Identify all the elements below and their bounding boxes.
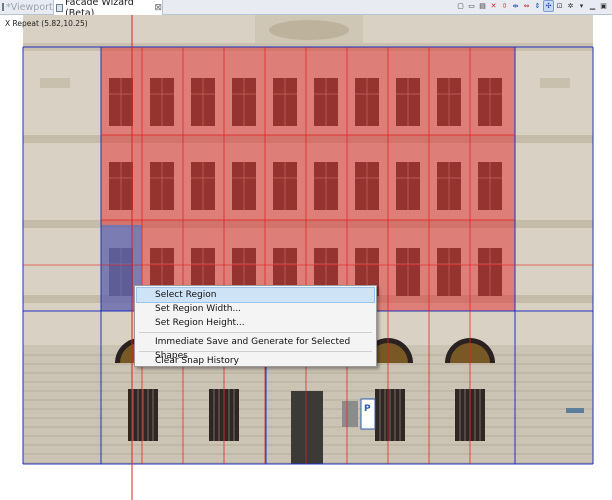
dropdown-arrow-icon[interactable]: ▾ [577, 1, 586, 11]
zoom-fit-icon[interactable]: ⊡ [555, 1, 564, 11]
maximize-icon[interactable]: ▣ [599, 1, 608, 11]
menu-item-clear-snap-history[interactable]: Clear Snap History [137, 354, 374, 368]
roof-sculpture-detail [269, 20, 349, 40]
selected-region-red [101, 47, 515, 311]
open-folder-icon[interactable]: ▭ [467, 1, 476, 11]
snap-icon[interactable]: ✣ [543, 0, 554, 12]
viewport-tab-icon [2, 3, 4, 11]
repeat-coordinate-readout: X Repeat (5.82,10.25) [5, 19, 88, 28]
wall-plaque [342, 401, 358, 427]
tab-facade-wizard[interactable]: Facade Wizard (Beta) ⊠ [53, 0, 163, 19]
menu-item-immediate-save-and-generate-for-selected-shapes[interactable]: Immediate Save and Generate for Selected… [137, 335, 374, 361]
menu-item-set-region-height[interactable]: Set Region Height... [137, 316, 374, 330]
facade-scene[interactable]: P [0, 15, 612, 500]
entrance-door [291, 391, 323, 464]
menu-separator [139, 332, 372, 333]
editor-tab-bar: *Viewport Facade Wizard (Beta) ⊠ ▢ ▭ ▤ ✕ ⇳ ⇹ ⇔… [0, 0, 612, 19]
pilaster-cap [540, 78, 570, 88]
split-vertical-icon[interactable]: ⇹ [511, 1, 520, 11]
repeat-x-icon[interactable]: ⇔ [522, 1, 531, 11]
context-menu: Select Region Set Region Width... Set Regi… [134, 285, 377, 367]
repeat-y-icon[interactable]: ⇕ [533, 1, 542, 11]
minimize-icon[interactable]: ▁ [588, 1, 597, 11]
pilaster-cap [40, 78, 70, 88]
tab-viewport[interactable]: *Viewport [0, 0, 53, 14]
save-icon[interactable]: ▤ [478, 1, 487, 11]
menu-item-set-region-width[interactable]: Set Region Width... [137, 302, 374, 316]
close-tab-icon[interactable]: ⊠ [154, 3, 162, 13]
menu-item-select-region[interactable]: Select Region [136, 287, 375, 303]
split-horizontal-icon[interactable]: ⇳ [500, 1, 509, 11]
delete-icon[interactable]: ✕ [489, 1, 498, 11]
facade-wizard-tab-icon [56, 3, 64, 12]
select-rect-icon[interactable]: ▢ [456, 1, 465, 11]
settings-icon[interactable]: ✲ [566, 1, 575, 11]
parking-sign-glyph: P [364, 404, 371, 414]
street-number-plate [566, 408, 584, 413]
facade-viewport[interactable]: X Repeat (5.82,10.25) P Select Region Set… [0, 15, 612, 500]
tab-viewport-label: *Viewport [6, 1, 53, 13]
wizard-toolbar: ▢ ▭ ▤ ✕ ⇳ ⇹ ⇔ ⇕ ✣ ⊡ ✲ ▾ ▁ ▣ [456, 0, 608, 13]
